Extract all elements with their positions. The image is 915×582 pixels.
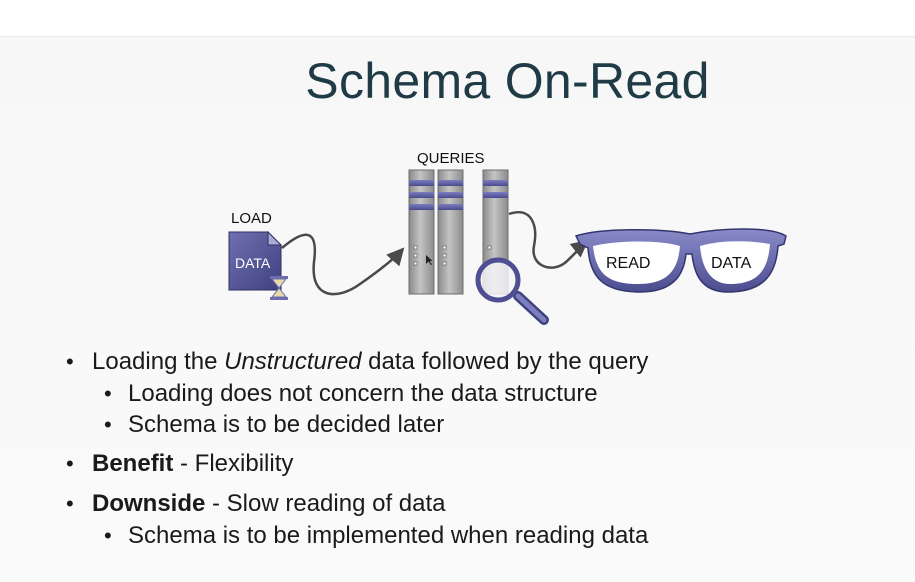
queries-label: QUERIES <box>417 150 485 167</box>
glasses-left-label: READ <box>606 255 650 272</box>
load-arrow <box>281 233 405 296</box>
glasses-right-label: DATA <box>711 255 752 272</box>
subbullet-structure: Loading does not concern the data struct… <box>60 378 880 409</box>
bullet-downside: Downside - Slow reading of data <box>60 488 880 520</box>
bullet-emphasis: Unstructured <box>224 348 362 375</box>
bullet-text: - Flexibility <box>173 450 294 477</box>
query-arrow <box>508 211 589 269</box>
bullet-text: Loading the <box>92 348 225 375</box>
subbullet-schema-later: Schema is to be decided later <box>60 409 880 440</box>
bullet-bold: Benefit <box>92 450 174 477</box>
slide: Schema On-Read LOAD DATA QUERIES READ DA… <box>0 0 915 582</box>
bullet-text: data followed by the query <box>361 348 649 375</box>
bullet-loading: Loading the Unstructured data followed b… <box>60 346 880 378</box>
magnifier-icon <box>475 257 549 325</box>
data-file-label: DATA <box>235 255 271 271</box>
bullet-bold: Downside <box>92 490 206 517</box>
bullet-list: Loading the Unstructured data followed b… <box>60 346 880 551</box>
bullet-text: - Slow reading of data <box>205 490 446 517</box>
bullet-benefit: Benefit - Flexibility <box>60 448 880 480</box>
subbullet-implement-reading: Schema is to be implemented when reading… <box>60 520 880 551</box>
schema-diagram: LOAD DATA QUERIES READ DATA <box>228 150 787 325</box>
load-label: LOAD <box>231 210 272 227</box>
